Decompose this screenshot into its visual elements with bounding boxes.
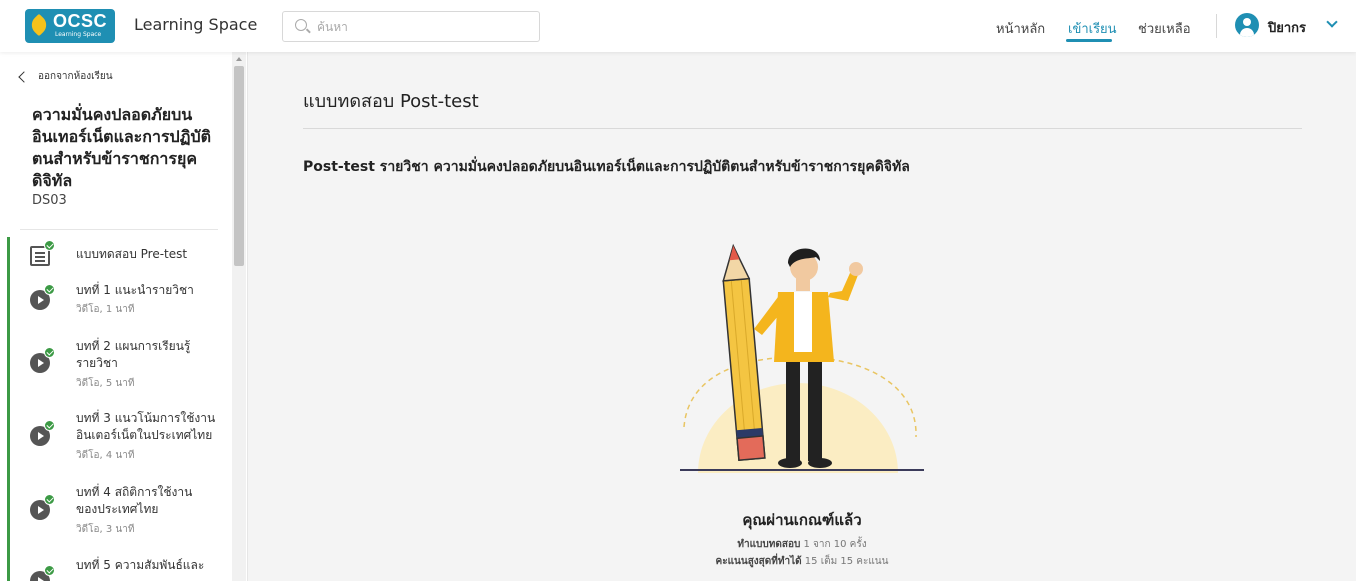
lesson-label: บทที่ 4 สถิติการใช้งานของประเทศไทย	[76, 485, 193, 516]
nav-home[interactable]: หน้าหลัก	[996, 18, 1045, 39]
back-to-classroom-link[interactable]: ออกจากห้องเรียน	[18, 69, 113, 84]
check-icon	[44, 565, 55, 576]
lesson-item-4[interactable]: บทที่ 4 สถิติการใช้งานของประเทศไทย วิดีโ…	[30, 484, 230, 539]
logo-text: OCSC	[53, 11, 108, 31]
check-icon	[44, 284, 55, 295]
course-sidebar: ออกจากห้องเรียน ความมั่นคงปลอดภัยบนอินเท…	[0, 52, 248, 581]
top-header: OCSC Learning Space Learning Space หน้าห…	[0, 0, 1356, 52]
lesson-item-2[interactable]: บทที่ 2 แผนการเรียนรู้รายวิชา วิดีโอ, 5 …	[30, 338, 230, 393]
lesson-label: บทที่ 3 แนวโน้มการใช้งานอินเตอร์เน็ตในปร…	[76, 411, 216, 442]
lesson-item-1[interactable]: บทที่ 1 แนะนำรายวิชา วิดีโอ, 1 นาที	[30, 282, 230, 322]
course-title: ความมั่นคงปลอดภัยบนอินเทอร์เน็ตและการปฏิ…	[32, 105, 211, 190]
main-content: แบบทดสอบ Post-test Post-test รายวิชา ควา…	[248, 52, 1356, 581]
back-label: ออกจากห้องเรียน	[38, 71, 113, 82]
sidebar-divider	[20, 229, 218, 230]
scroll-up-arrow-icon[interactable]	[236, 57, 242, 61]
search-icon	[295, 19, 307, 31]
check-icon	[44, 347, 55, 358]
lesson-label: แบบทดสอบ Pre-test	[76, 247, 188, 261]
test-subject: Post-test รายวิชา ความมั่นคงปลอดภัยบนอิน…	[303, 159, 910, 175]
score-line: คะแนนสูงสุดที่ทำได้ 15 เต็ม 15 คะแนน	[248, 554, 1356, 569]
ocsc-logo[interactable]: OCSC Learning Space	[25, 9, 115, 43]
attempt-label: ทำแบบทดสอบ	[737, 539, 801, 550]
search-box[interactable]	[282, 11, 540, 42]
lesson-meta: วิดีโอ, 1 นาที	[76, 304, 135, 315]
attempt-value: 1 จาก 10 ครั้ง	[803, 539, 867, 550]
nav-help[interactable]: ช่วยเหลือ	[1138, 18, 1191, 39]
lesson-label: บทที่ 5 ความสัมพันธ์และ	[76, 558, 205, 572]
user-name[interactable]: ปิยากร	[1268, 17, 1306, 38]
attempt-line: ทำแบบทดสอบ 1 จาก 10 ครั้ง	[248, 537, 1356, 552]
lesson-meta: วิดีโอ, 5 นาที	[76, 378, 135, 389]
check-icon	[44, 240, 55, 251]
course-code: DS03	[32, 193, 67, 208]
lesson-item-5[interactable]: บทที่ 5 ความสัมพันธ์และ	[30, 557, 230, 581]
search-input[interactable]	[317, 17, 527, 37]
header-divider	[1216, 14, 1217, 38]
lesson-label: บทที่ 1 แนะนำรายวิชา	[76, 283, 194, 297]
result-title: คุณผ่านเกณฑ์แล้ว	[742, 511, 862, 529]
nav-active-indicator	[1066, 39, 1112, 42]
scroll-thumb[interactable]	[234, 66, 244, 266]
page-title: แบบทดสอบ Post-test	[303, 91, 479, 112]
sidebar-scrollbar[interactable]	[232, 52, 246, 581]
lesson-item-3[interactable]: บทที่ 3 แนวโน้มการใช้งานอินเตอร์เน็ตในปร…	[30, 410, 230, 465]
lesson-label: บทที่ 2 แผนการเรียนรู้รายวิชา	[76, 339, 191, 370]
content-divider	[303, 128, 1302, 129]
chevron-left-icon	[18, 70, 30, 83]
lesson-meta: วิดีโอ, 3 นาที	[76, 524, 135, 535]
score-label: คะแนนสูงสุดที่ทำได้	[715, 556, 802, 567]
check-icon	[44, 494, 55, 505]
user-avatar-icon[interactable]	[1235, 13, 1259, 37]
lesson-meta: วิดีโอ, 4 นาที	[76, 450, 135, 461]
nav-classroom[interactable]: เข้าเรียน	[1068, 18, 1117, 39]
app-name: Learning Space	[134, 15, 258, 34]
pencil-person-illustration	[680, 243, 924, 473]
check-icon	[44, 420, 55, 431]
progress-bar	[7, 237, 10, 581]
lesson-item-pretest[interactable]: แบบทดสอบ Pre-test	[30, 240, 230, 276]
logo-subtext: Learning Space	[55, 31, 102, 38]
score-value: 15 เต็ม 15 คะแนน	[804, 556, 889, 567]
chevron-down-icon[interactable]	[1326, 16, 1338, 28]
logo-leaf-icon	[27, 13, 51, 37]
